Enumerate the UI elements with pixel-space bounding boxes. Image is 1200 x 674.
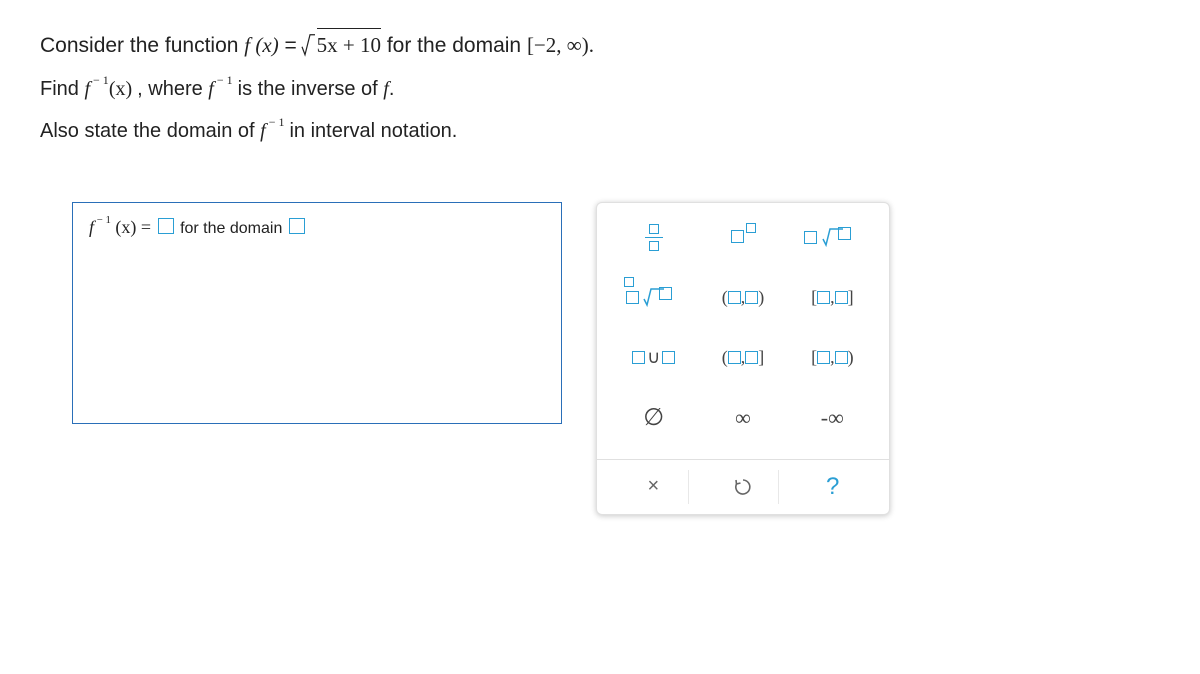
text: , where (137, 78, 208, 100)
equals: = (285, 34, 297, 57)
fraction-button[interactable] (618, 219, 690, 257)
open-interval-button[interactable]: (,) (707, 279, 779, 317)
problem-line-3: Also state the domain of f − 1 in interv… (40, 116, 1160, 146)
expression-blank-input[interactable] (158, 218, 174, 234)
math-palette: (,) [,] ∪ (,] [,) ∅ (596, 202, 890, 515)
for-the-domain-text: for the domain (180, 220, 287, 237)
union-button[interactable]: ∪ (618, 339, 690, 377)
answer-input-box[interactable]: f − 1 (x) = for the domain (72, 202, 562, 424)
text: for the domain (387, 34, 527, 57)
text: Consider the function (40, 34, 244, 57)
neg-infinity-button[interactable]: -∞ (796, 399, 868, 437)
close-icon: × (647, 475, 659, 498)
reset-icon (733, 477, 753, 497)
exponent-button[interactable] (707, 219, 779, 257)
original-domain: [−2, ∞). (527, 33, 594, 57)
sqrt-icon (301, 28, 315, 62)
f-inverse-2: f − 1 (208, 78, 237, 100)
f-inverse: f − 1(x) (84, 78, 137, 100)
domain-blank-input[interactable] (289, 218, 305, 234)
reset-button[interactable] (708, 470, 779, 504)
close-button[interactable]: × (618, 470, 689, 504)
radicand: 5x + 10 (317, 28, 381, 62)
help-button[interactable]: ? (798, 470, 868, 504)
equals: = (141, 217, 156, 237)
text: Also state the domain of (40, 120, 260, 142)
fx-symbol: f (x) (244, 33, 278, 57)
half-open-right-button[interactable]: [,) (796, 339, 868, 377)
text: is the inverse of (238, 78, 384, 100)
text: Find (40, 78, 84, 100)
f-inverse-3: f − 1 (260, 120, 289, 142)
half-open-left-button[interactable]: (,] (707, 339, 779, 377)
problem-line-2: Find f − 1(x) , where f − 1 is the inver… (40, 74, 1160, 104)
closed-interval-button[interactable]: [,] (796, 279, 868, 317)
nth-root-button[interactable] (618, 279, 690, 317)
empty-set-button[interactable]: ∅ (618, 399, 690, 437)
sqrt-button[interactable] (796, 219, 868, 257)
sqrt-expr: 5x + 10 (303, 28, 381, 62)
answer-lhs: f − 1 (x) (89, 217, 141, 237)
infinity-button[interactable]: ∞ (707, 399, 779, 437)
text: in interval notation. (289, 120, 457, 142)
problem-line-1: Consider the function f (x) = 5x + 10 fo… (40, 28, 1160, 62)
help-icon: ? (826, 473, 839, 501)
